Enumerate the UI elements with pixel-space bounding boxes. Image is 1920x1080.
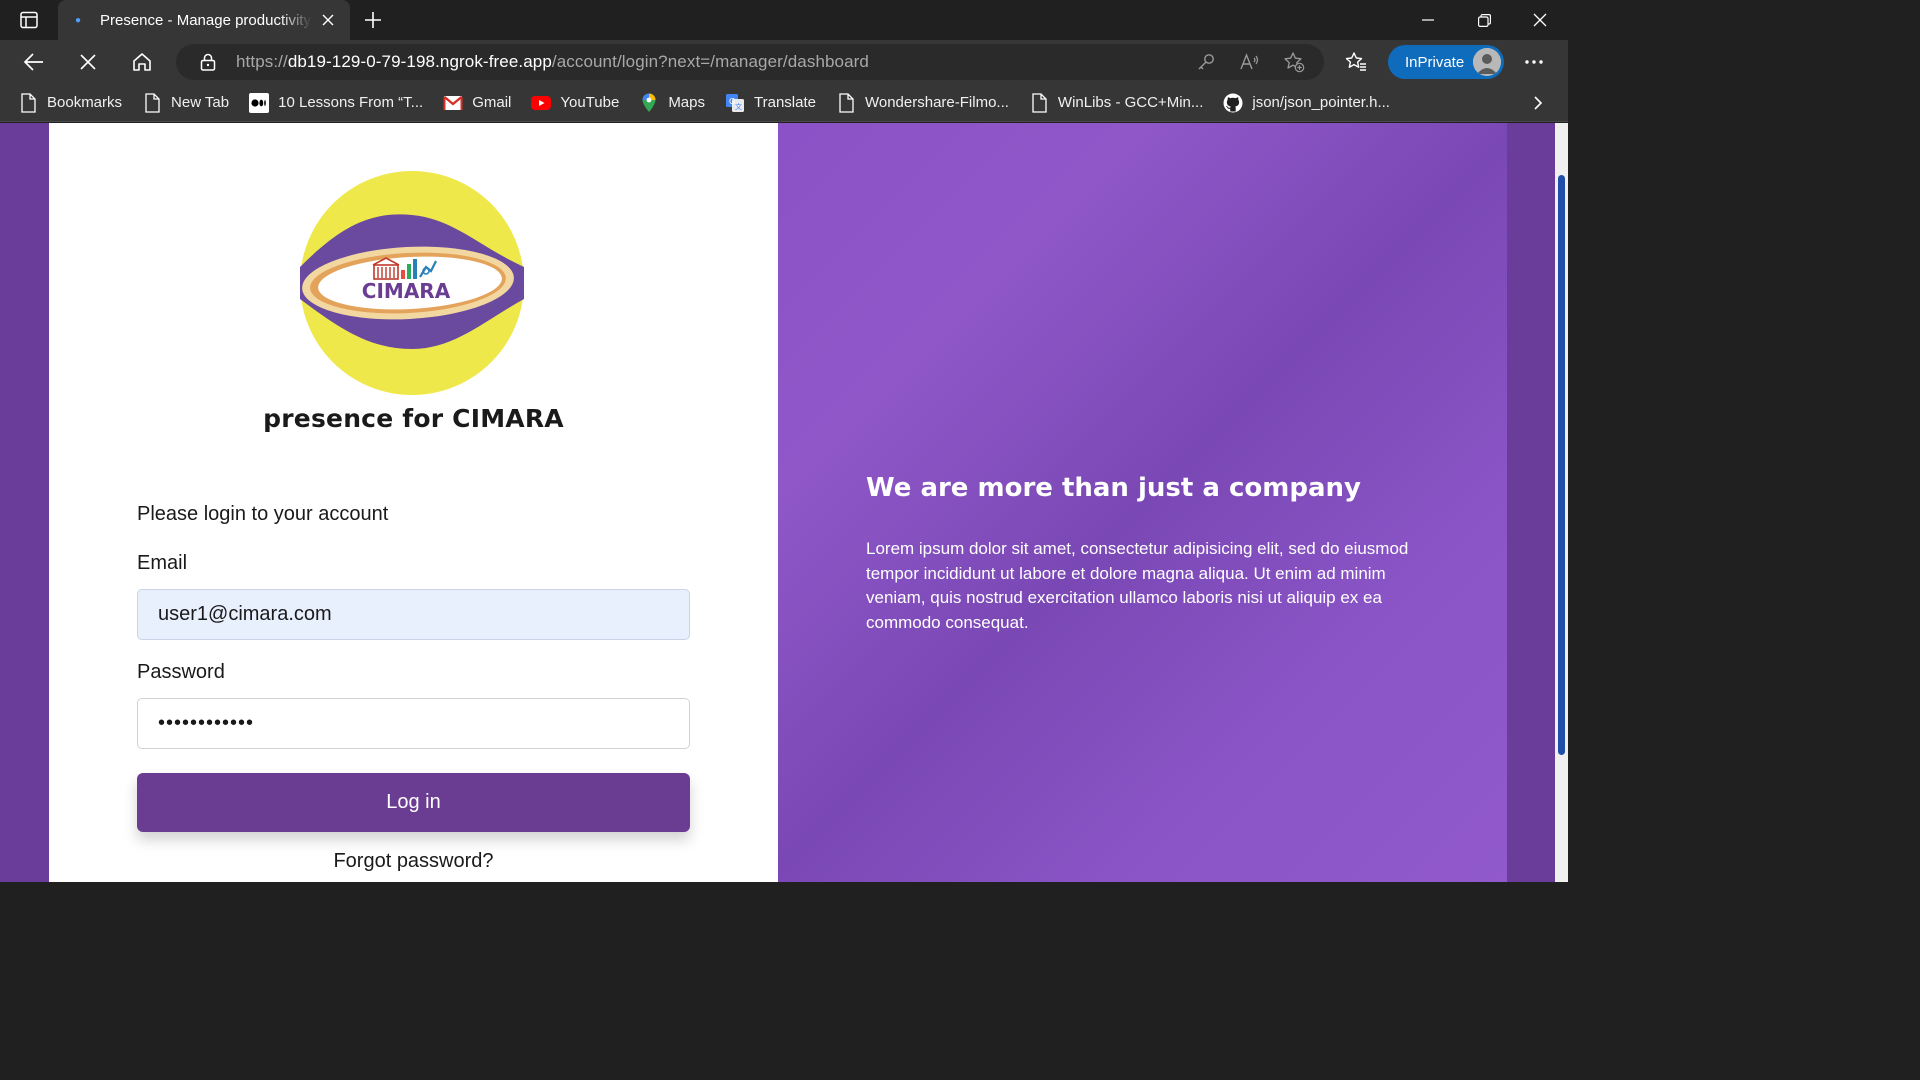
- promo-heading: We are more than just a company: [866, 473, 1361, 503]
- bookmark-label: YouTube: [560, 94, 620, 111]
- github-icon: [1223, 93, 1243, 113]
- chevron-right-icon: [1534, 96, 1543, 110]
- forgot-password-link[interactable]: Forgot password?: [49, 850, 778, 873]
- back-button[interactable]: [16, 46, 52, 78]
- logo-wordmark: CIMARA: [362, 279, 451, 303]
- home-button[interactable]: [124, 46, 160, 78]
- minimize-button[interactable]: [1400, 0, 1456, 40]
- login-prompt: Please login to your account: [137, 503, 389, 525]
- bookmark-item-translate[interactable]: G文 Translate: [725, 93, 816, 113]
- youtube-icon: [531, 93, 552, 113]
- bookmark-item-youtube[interactable]: YouTube: [531, 93, 619, 113]
- bookmark-item-gmail[interactable]: Gmail: [443, 93, 511, 113]
- bookmark-label: Maps: [668, 94, 705, 111]
- brand-title: presence for CIMARA: [263, 404, 564, 433]
- promo-body: Lorem ipsum dolor sit amet, consectetur …: [866, 539, 1409, 632]
- new-tab-button[interactable]: [358, 6, 388, 34]
- more-bookmarks-button[interactable]: [1528, 93, 1548, 113]
- back-arrow-icon: [23, 53, 43, 71]
- bookmark-label: json/json_pointer.h...: [1252, 94, 1390, 111]
- translate-icon: G文: [725, 93, 745, 113]
- tab-close-button[interactable]: [318, 10, 338, 30]
- close-icon: [1533, 13, 1547, 27]
- bookmark-item-maps[interactable]: Maps: [639, 93, 705, 113]
- page-viewport: CIMARA presence for CIMARA Please login …: [0, 123, 1568, 882]
- tab-actions-icon: [20, 11, 38, 29]
- page-icon: [836, 92, 856, 113]
- tab-bar: ● Presence - Manage productivity with CI…: [0, 0, 1568, 40]
- restore-button[interactable]: [1456, 0, 1512, 40]
- home-icon: [133, 53, 151, 71]
- bookmarks-bar: Bookmarks New Tab 10 Lessons From “T... …: [0, 84, 1568, 122]
- vertical-scrollbar[interactable]: [1555, 123, 1568, 882]
- bookmark-label: WinLibs - GCC+Min...: [1057, 94, 1204, 111]
- more-options-icon: [1525, 60, 1543, 64]
- bookmark-label: Wondershare-Filmo...: [864, 94, 1009, 111]
- bookmark-label: Bookmarks: [47, 94, 123, 111]
- scrollbar-thumb[interactable]: [1558, 175, 1565, 755]
- url-path: /account/login?next=/manager/dashboard: [551, 52, 869, 71]
- url-text[interactable]: https://db19-129-0-79-198.ngrok-free.app…: [236, 52, 869, 72]
- bookmark-item-medium-article[interactable]: 10 Lessons From “T...: [249, 92, 424, 113]
- bookmark-item-bookmarks[interactable]: Bookmarks: [18, 92, 123, 113]
- password-key-icon[interactable]: [1192, 50, 1220, 74]
- bookmark-item-new-tab[interactable]: New Tab: [142, 92, 230, 113]
- stop-icon: [80, 54, 96, 70]
- password-label: Password: [137, 661, 225, 683]
- restore-icon: [1477, 13, 1491, 27]
- address-bar[interactable]: https://db19-129-0-79-198.ngrok-free.app…: [176, 44, 1324, 80]
- minimize-icon: [1422, 19, 1434, 21]
- bookmark-item-wondershare[interactable]: Wondershare-Filmo...: [836, 92, 1009, 113]
- page-icon: [1029, 92, 1049, 113]
- bookmark-item-json-pointer[interactable]: json/json_pointer.h...: [1223, 93, 1390, 113]
- medium-icon: [249, 92, 270, 113]
- bookmark-label: Gmail: [472, 94, 512, 111]
- cimara-logo: CIMARA: [300, 171, 524, 395]
- email-field[interactable]: [137, 589, 690, 640]
- login-button[interactable]: Log in: [137, 773, 690, 832]
- tab-title: Presence - Manage productivity with CIMA…: [100, 11, 312, 29]
- profile-avatar-icon: [1473, 48, 1501, 76]
- loading-spinner-icon: ●: [74, 14, 82, 26]
- close-window-button[interactable]: [1512, 0, 1568, 40]
- promo-panel: We are more than just a company Lorem ip…: [778, 123, 1507, 882]
- inprivate-badge[interactable]: InPrivate: [1388, 45, 1504, 79]
- navigation-toolbar: https://db19-129-0-79-198.ngrok-free.app…: [0, 40, 1568, 84]
- read-aloud-icon[interactable]: [1236, 50, 1264, 74]
- plus-icon: [365, 12, 381, 28]
- favorites-button[interactable]: [1338, 46, 1374, 78]
- tab-actions-button[interactable]: [10, 6, 48, 34]
- page-icon: [142, 92, 162, 113]
- settings-more-button[interactable]: [1516, 46, 1552, 78]
- gmail-icon: [443, 93, 463, 113]
- stop-loading-button[interactable]: [70, 46, 106, 78]
- maps-pin-icon: [639, 93, 659, 113]
- login-card: CIMARA presence for CIMARA Please login …: [49, 123, 778, 882]
- url-scheme: https://: [236, 52, 288, 71]
- add-favorite-icon[interactable]: [1280, 50, 1308, 74]
- favorites-icon: [1345, 52, 1366, 71]
- browser-tab-active[interactable]: ● Presence - Manage productivity with CI…: [58, 0, 350, 40]
- lock-icon[interactable]: [198, 52, 218, 72]
- url-host: db19-129-0-79-198.ngrok-free.app: [287, 52, 552, 71]
- password-field[interactable]: [137, 698, 690, 749]
- bookmark-label: 10 Lessons From “T...: [278, 94, 424, 111]
- inprivate-label: InPrivate: [1405, 53, 1465, 71]
- svg-text:文: 文: [735, 102, 742, 111]
- page-icon: [18, 92, 38, 113]
- bookmark-label: Translate: [754, 94, 816, 111]
- bookmark-item-winlibs[interactable]: WinLibs - GCC+Min...: [1029, 92, 1204, 113]
- bookmark-label: New Tab: [171, 94, 230, 111]
- close-icon: [322, 14, 334, 26]
- email-label: Email: [137, 552, 188, 574]
